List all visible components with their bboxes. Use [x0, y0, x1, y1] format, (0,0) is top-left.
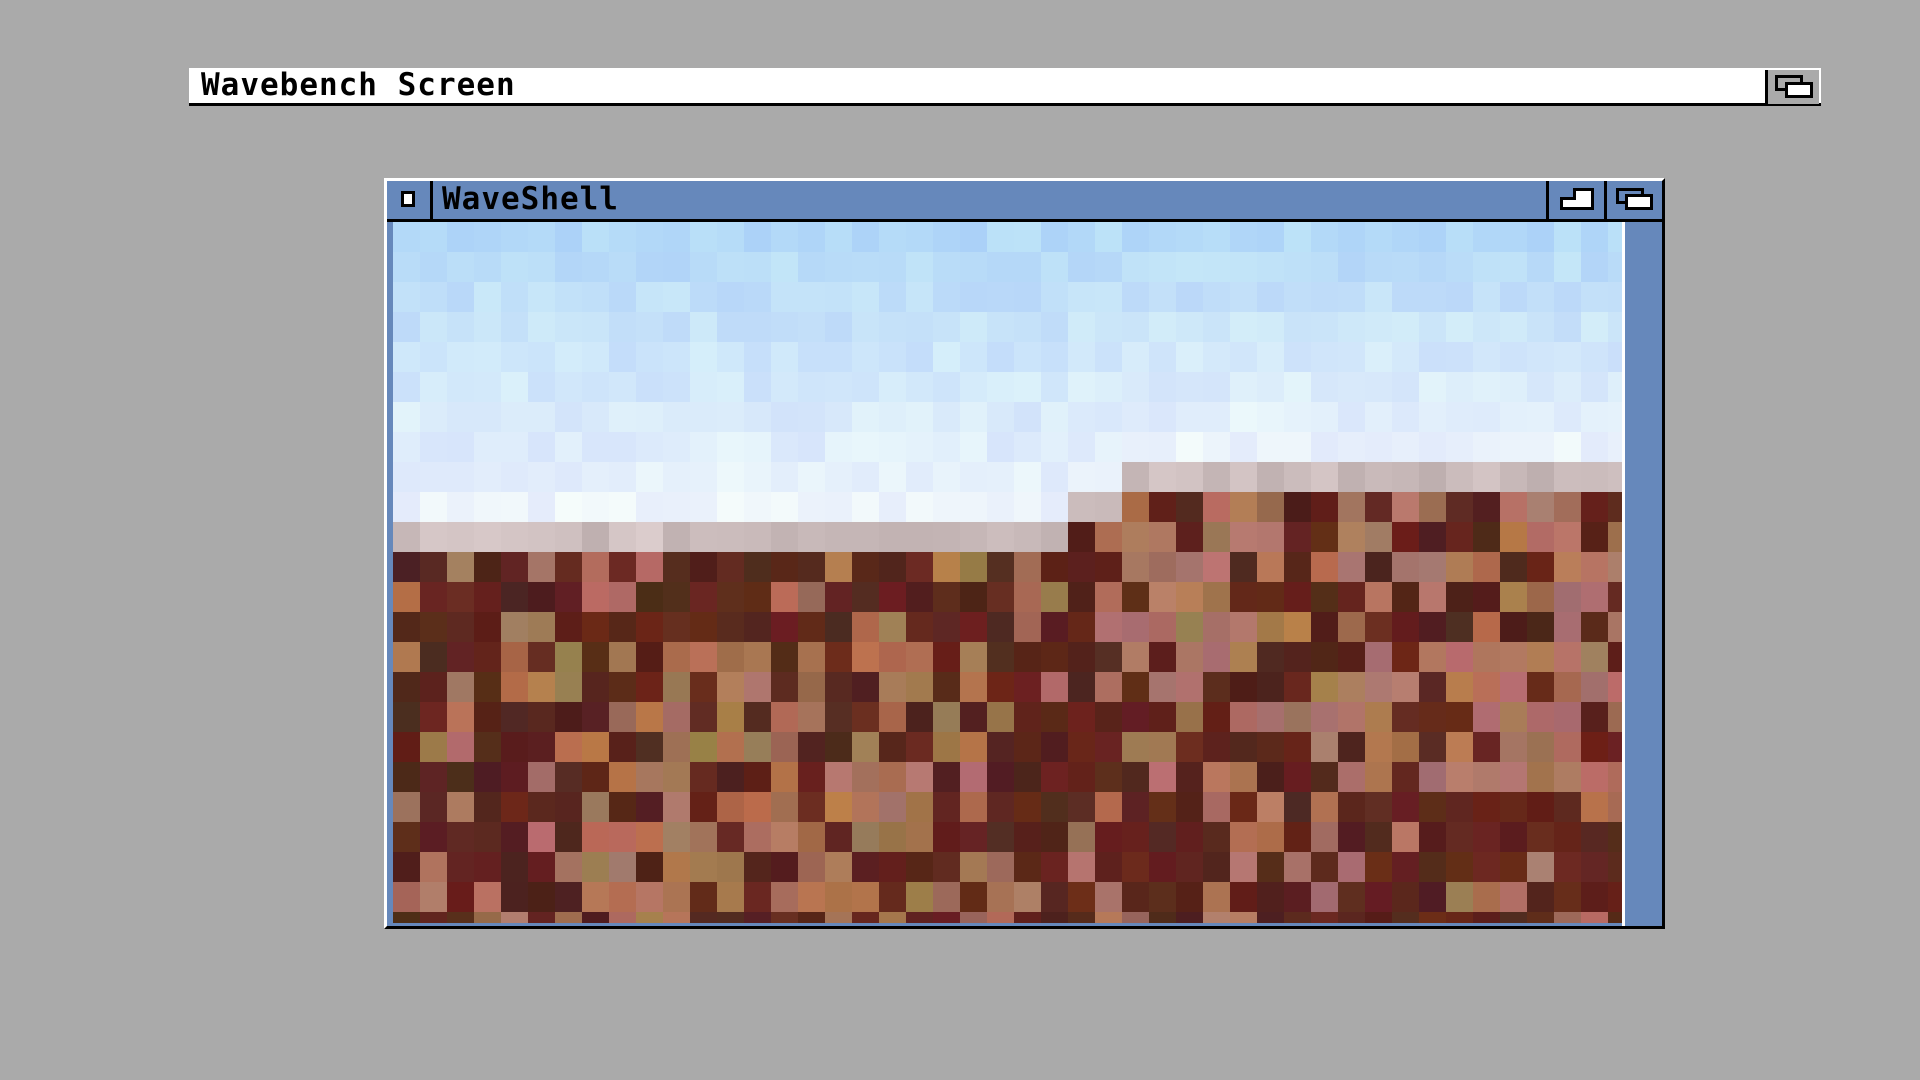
screen-depth-icon[interactable] [1765, 70, 1819, 104]
screen-title: Wavebench Screen [201, 67, 516, 103]
screen-title-bar[interactable]: Wavebench Screen [189, 68, 1821, 106]
depth-icon[interactable] [1604, 181, 1662, 219]
window-title: WaveShell [442, 181, 619, 217]
waveshell-window[interactable]: WaveShell [384, 178, 1665, 929]
zoom-icon[interactable] [1546, 181, 1604, 219]
close-icon[interactable] [387, 181, 433, 219]
window-title-bar[interactable]: WaveShell [387, 181, 1662, 222]
window-right-border[interactable] [1622, 222, 1662, 926]
window-content-image [393, 222, 1622, 923]
landscape-image [393, 222, 1622, 923]
